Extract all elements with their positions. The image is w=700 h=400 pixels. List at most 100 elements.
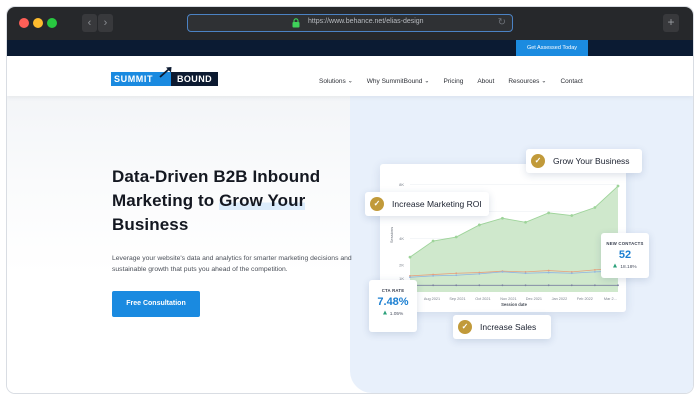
stat-delta: 18.18% xyxy=(601,263,649,270)
hero-subtext: Leverage your website's data and analyti… xyxy=(112,255,352,273)
callout-increase-roi: ✓ Increase Marketing ROI xyxy=(365,192,489,216)
nav-item-label: Why SummitBound xyxy=(366,78,423,85)
stat-label: CTA RATE xyxy=(381,288,405,293)
forward-button[interactable]: › xyxy=(98,14,113,32)
nav-item-label: Solutions xyxy=(319,78,346,85)
hero-headline: Data-Driven B2B Inbound Marketing to Gro… xyxy=(112,165,352,237)
stat-delta-value: 1.05% xyxy=(389,312,404,317)
trend-up-icon xyxy=(382,310,387,315)
close-window-button[interactable] xyxy=(19,18,29,28)
nav-item-why-summitbound[interactable]: Why SummitBound ⌄ xyxy=(367,78,430,85)
data-point xyxy=(455,272,458,275)
browser-window: ‹ › https://www.behance.net/elias-design… xyxy=(7,7,693,393)
data-point xyxy=(477,223,481,227)
headline-line-1: Data-Driven B2B Inbound xyxy=(112,167,321,186)
back-arrow-icon: ‹ xyxy=(87,17,92,29)
forward-arrow-icon: › xyxy=(103,17,108,29)
new-contacts-card: NEW CONTACTS 52 18.18% xyxy=(601,233,649,278)
data-point xyxy=(617,284,619,287)
browser-toolbar: ‹ › https://www.behance.net/elias-design… xyxy=(7,7,693,40)
plus-icon: + xyxy=(667,15,675,29)
cta-rate-card: CTA RATE 7.48% 1.05% xyxy=(369,280,417,332)
check-icon: ✓ xyxy=(458,320,472,334)
url-text: https://www.behance.net/elias-design xyxy=(308,18,424,25)
data-point xyxy=(501,284,504,287)
y-tick-label: 8K xyxy=(399,182,404,187)
data-point xyxy=(432,275,435,277)
get-assessed-button[interactable]: Get Assessed Today xyxy=(516,40,588,56)
data-point xyxy=(501,270,504,273)
new-tab-button[interactable]: + xyxy=(663,14,679,32)
free-consultation-button[interactable]: Free Consultation xyxy=(112,291,200,317)
chevron-down-icon: ⌄ xyxy=(424,78,430,85)
callout-grow-business: ✓ Grow Your Business xyxy=(526,149,642,173)
logo-text-bound: BOUND xyxy=(171,72,218,86)
data-point xyxy=(547,284,550,287)
reload-icon[interactable]: ↻ xyxy=(498,17,506,28)
minimize-window-button[interactable] xyxy=(33,18,43,28)
nav-item-resources[interactable]: Resources ⌄ xyxy=(508,78,546,85)
data-point xyxy=(524,284,527,287)
lock-icon xyxy=(292,18,300,28)
upward-arrow-icon xyxy=(159,67,172,78)
data-point xyxy=(593,268,596,271)
address-bar[interactable]: https://www.behance.net/elias-design ↻ xyxy=(187,14,513,32)
nav-item-label: Pricing xyxy=(443,78,464,85)
data-point xyxy=(593,270,596,273)
stat-delta-value: 18.18% xyxy=(620,265,637,270)
back-button[interactable]: ‹ xyxy=(82,14,97,32)
data-point xyxy=(478,284,481,287)
data-point xyxy=(524,272,527,275)
x-axis-label: Session date xyxy=(501,302,528,307)
nav-item-solutions[interactable]: Solutions ⌄ xyxy=(319,78,353,85)
check-icon: ✓ xyxy=(531,154,545,168)
data-point xyxy=(432,284,435,287)
trend-up-icon xyxy=(613,263,618,268)
callout-increase-sales: ✓ Increase Sales xyxy=(453,315,551,339)
nav-item-label: About xyxy=(477,78,495,85)
x-tick-label: Nov 2021 xyxy=(500,297,516,301)
data-point xyxy=(524,220,527,224)
data-point xyxy=(570,284,573,287)
stat-delta: 1.05% xyxy=(369,310,417,317)
data-point xyxy=(455,274,458,277)
headline-line-2: Marketing to Grow Your xyxy=(112,189,352,213)
data-point xyxy=(431,239,435,243)
x-tick-label: Sep 2021 xyxy=(449,297,465,301)
summitbound-logo[interactable]: SUMMIT BOUND xyxy=(111,67,221,87)
data-point xyxy=(478,272,481,275)
chevron-down-icon: ⌄ xyxy=(541,78,547,85)
data-point xyxy=(454,235,458,239)
data-point xyxy=(501,216,504,220)
nav-item-about[interactable]: About xyxy=(477,78,494,85)
headline-highlight: Grow Your xyxy=(219,191,306,210)
chevron-down-icon: ⌄ xyxy=(347,78,353,85)
nav-item-contact[interactable]: Contact xyxy=(560,78,582,85)
maximize-window-button[interactable] xyxy=(47,18,57,28)
check-icon: ✓ xyxy=(370,197,384,211)
x-tick-label: Oct 2021 xyxy=(475,297,490,301)
top-bar xyxy=(7,40,693,56)
data-point xyxy=(547,269,550,272)
data-point xyxy=(616,184,620,188)
callout-label: Grow Your Business xyxy=(553,156,630,166)
data-point xyxy=(547,271,550,274)
x-tick-label: Aug 2021 xyxy=(424,297,440,301)
nav-item-label: Resources xyxy=(508,78,540,85)
y-tick-label: 4K xyxy=(399,236,404,241)
data-point xyxy=(547,211,551,215)
x-tick-label: Jan 2022 xyxy=(552,297,568,301)
stat-value: 7.48% xyxy=(377,296,409,308)
x-tick-label: Dec 2021 xyxy=(526,297,542,301)
stat-label: NEW CONTACTS xyxy=(606,241,644,246)
callout-label: Increase Marketing ROI xyxy=(392,199,482,209)
main-nav: Solutions ⌄ Why SummitBound ⌄ Pricing About Re… xyxy=(319,78,597,85)
stat-value: 52 xyxy=(618,249,632,261)
nav-item-label: Contact xyxy=(560,78,583,85)
callout-label: Increase Sales xyxy=(480,322,537,332)
x-tick-label: Feb 2022 xyxy=(577,297,593,301)
nav-item-pricing[interactable]: Pricing xyxy=(443,78,463,85)
data-point xyxy=(593,284,596,287)
data-point xyxy=(455,284,458,287)
site-header: SUMMIT BOUND Solutions ⌄ Why SummitBound ⌄ P… xyxy=(7,56,693,96)
